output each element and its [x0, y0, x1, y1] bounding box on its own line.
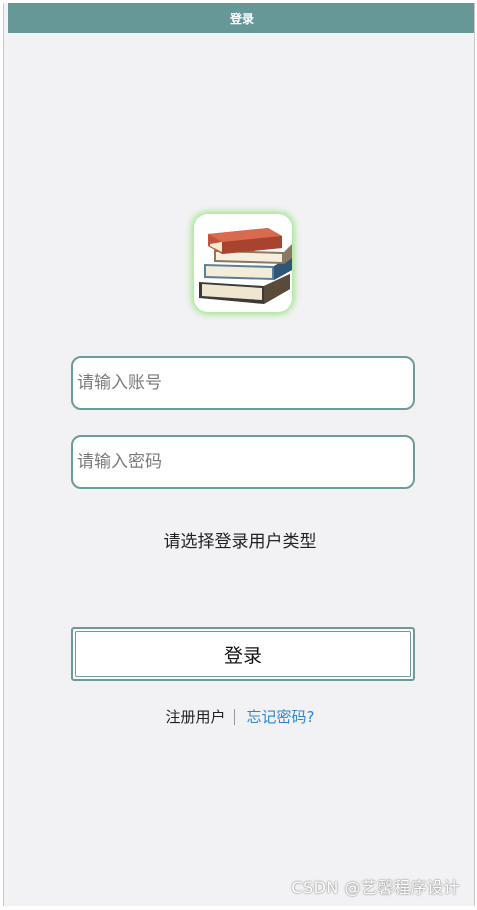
- watermark-text: CSDN @艺馨程序设计: [291, 878, 460, 897]
- login-button[interactable]: 登录: [71, 627, 415, 681]
- app-screen: 登录 请选择登录用户类型 登录: [3, 3, 475, 906]
- user-type-selector[interactable]: 请选择登录用户类型: [4, 527, 474, 552]
- nav-bar: 登录: [8, 3, 474, 33]
- password-field[interactable]: [71, 435, 415, 489]
- account-input[interactable]: [75, 372, 413, 394]
- password-input[interactable]: [75, 451, 413, 473]
- forgot-password-link[interactable]: 忘记密码?: [247, 706, 315, 727]
- books-stack-icon: [194, 214, 292, 312]
- register-link[interactable]: 注册用户: [166, 706, 226, 727]
- link-divider: [233, 708, 235, 725]
- login-button-label: 登录: [75, 631, 411, 677]
- page-title: 登录: [229, 11, 254, 26]
- app-logo: [194, 214, 292, 312]
- auth-links: 注册用户 忘记密码?: [4, 706, 474, 727]
- account-field[interactable]: [71, 356, 415, 410]
